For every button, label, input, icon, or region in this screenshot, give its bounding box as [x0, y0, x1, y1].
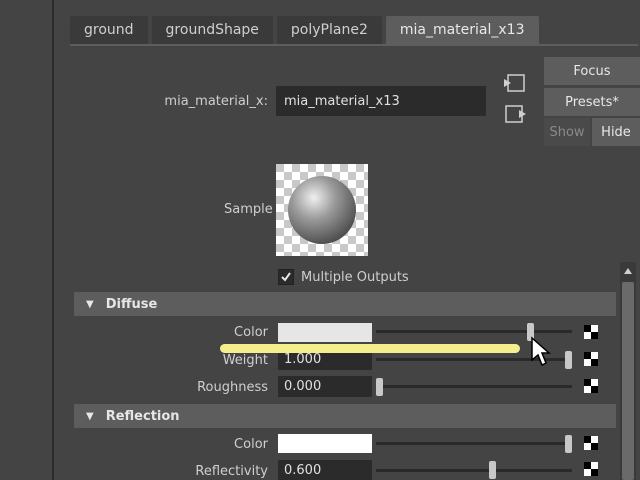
collapse-triangle-icon: ▼ [86, 410, 94, 422]
node-name-label: mia_material_x: [164, 94, 268, 109]
show-button[interactable]: Show [544, 118, 590, 146]
node-name-field[interactable] [276, 86, 486, 116]
reflection-section-title: Reflection [105, 408, 180, 424]
multiple-outputs-label: Multiple Outputs [301, 270, 409, 285]
reflectivity-field[interactable] [278, 460, 372, 480]
reflection-color-swatch[interactable] [278, 434, 372, 453]
output-connections-icon[interactable] [502, 103, 528, 125]
scrollbar-thumb[interactable] [622, 282, 634, 480]
tab-underline [70, 44, 638, 46]
presets-button[interactable]: Presets* [544, 88, 640, 116]
reflectivity-slider-handle[interactable] [489, 461, 497, 479]
diffuse-roughness-label: Roughness [197, 380, 268, 395]
diffuse-weight-slider-handle[interactable] [565, 351, 572, 369]
mouse-pointer-icon [531, 336, 551, 367]
diffuse-roughness-slider-track[interactable] [376, 385, 572, 388]
sample-label: Sample [224, 202, 273, 217]
diffuse-roughness-slider-handle[interactable] [376, 378, 383, 396]
multiple-outputs-checkbox[interactable] [278, 269, 294, 285]
diffuse-color-slider-track[interactable] [376, 330, 572, 333]
reflection-reflectivity-label: Reflectivity [195, 464, 268, 479]
focus-button[interactable]: Focus [544, 57, 640, 85]
diffuse-section-title: Diffuse [105, 296, 158, 312]
scroll-up-icon[interactable] [620, 264, 636, 278]
reflection-color-map-icon[interactable] [584, 436, 598, 450]
checkmark-icon [281, 272, 291, 282]
reflectivity-slider-track[interactable] [376, 469, 572, 472]
reflection-color-slider-track[interactable] [376, 442, 572, 445]
diffuse-color-label: Color [234, 325, 268, 340]
reflection-color-label: Color [234, 437, 268, 452]
node-tab-bar: ground groundShape polyPlane2 mia_materi… [70, 16, 543, 44]
tab-mia-material-x13[interactable]: mia_material_x13 [385, 16, 539, 44]
diffuse-color-map-icon[interactable] [584, 325, 598, 339]
tab-ground[interactable]: ground [70, 16, 148, 44]
diffuse-section-header[interactable]: ▼ Diffuse [74, 292, 616, 316]
attribute-editor: ground groundShape polyPlane2 mia_materi… [54, 0, 640, 480]
reflection-section-header[interactable]: ▼ Reflection [74, 404, 616, 428]
tab-groundshape[interactable]: groundShape [151, 16, 273, 44]
highlight-annotation [220, 344, 520, 353]
reflectivity-map-icon[interactable] [584, 462, 598, 476]
tab-polyplane2[interactable]: polyPlane2 [276, 16, 382, 44]
diffuse-roughness-map-icon[interactable] [584, 379, 598, 393]
diffuse-weight-map-icon[interactable] [584, 352, 598, 366]
reflection-color-slider-handle[interactable] [565, 435, 572, 453]
diffuse-color-swatch[interactable] [278, 323, 372, 342]
left-panel [0, 0, 52, 480]
material-sample-swatch[interactable] [276, 164, 368, 256]
collapse-triangle-icon: ▼ [86, 298, 94, 310]
input-connections-icon[interactable] [502, 72, 528, 94]
diffuse-weight-label: Weight [222, 353, 268, 368]
diffuse-roughness-field[interactable] [278, 376, 372, 397]
hide-button[interactable]: Hide [592, 118, 640, 146]
